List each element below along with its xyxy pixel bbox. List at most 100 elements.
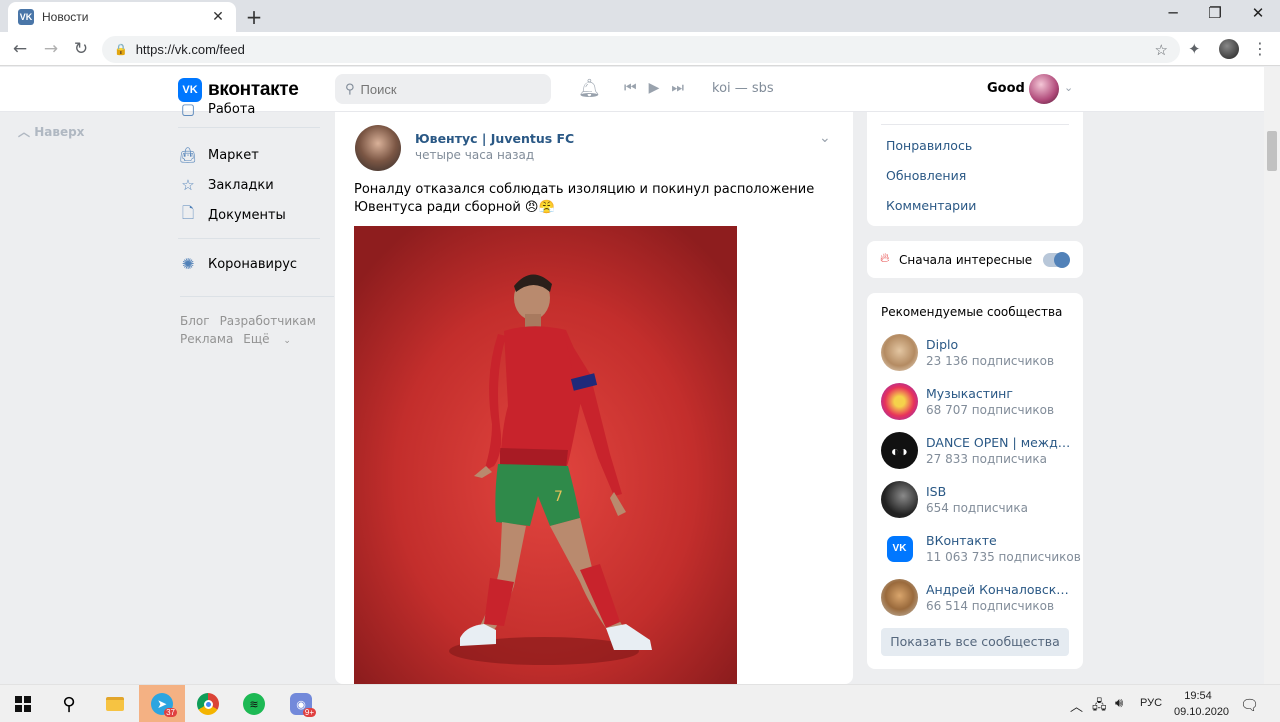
close-window-icon[interactable]: ✕ xyxy=(1238,4,1278,22)
vk-favicon-icon: VK xyxy=(18,9,34,25)
post-photo[interactable]: 7 xyxy=(354,226,737,684)
filter-liked[interactable]: Понравилось xyxy=(886,138,972,153)
shorts-number: 7 xyxy=(554,489,563,505)
network-icon[interactable]: 🖧︎ xyxy=(1092,696,1107,718)
toggle-knob xyxy=(1054,252,1070,268)
post-time[interactable]: четыре часа назад xyxy=(415,148,534,162)
nav-item-label: Коронавирус xyxy=(208,256,298,272)
spotify-logo-icon: ≋ xyxy=(243,693,265,715)
volume-icon[interactable]: 🔊︎ xyxy=(1115,696,1123,711)
fire-icon: 🔥︎ xyxy=(880,251,890,266)
now-playing-track[interactable]: koi — sbs xyxy=(712,81,774,96)
restore-icon[interactable]: ❐ xyxy=(1195,4,1235,22)
forward-icon[interactable]: → xyxy=(40,38,62,60)
extensions-icon[interactable]: ✦ xyxy=(1188,40,1201,58)
url-text: https://vk.com/feed xyxy=(135,42,245,57)
community-avatar xyxy=(881,481,918,518)
tab-close-icon[interactable]: ✕ xyxy=(210,9,226,25)
telegram-unread-badge: 37 xyxy=(164,708,177,717)
interesting-first-toggle[interactable] xyxy=(1043,252,1070,268)
community-item[interactable]: ◐◑ DANCE OPEN | международный 27 833 под… xyxy=(881,432,1077,472)
nav-item-bookmarks[interactable]: ☆ Закладки xyxy=(178,170,338,200)
spotify-icon[interactable]: ≋ xyxy=(231,685,277,722)
chevron-up-icon: ︿ xyxy=(18,125,31,139)
scroll-up-label: Наверх xyxy=(34,125,85,139)
next-track-icon[interactable]: ⏭︎ xyxy=(671,80,684,96)
discord-unread-badge: 9+ xyxy=(302,708,316,717)
post-author[interactable]: Ювентус | Juventus FC xyxy=(415,131,574,146)
community-avatar xyxy=(881,383,918,420)
user-avatar[interactable] xyxy=(1029,74,1059,104)
discord-icon[interactable]: ◉ 9+ xyxy=(278,685,324,722)
community-name: Музыкастинг xyxy=(926,386,1013,401)
browser-tab[interactable]: VK Новости ✕ xyxy=(8,2,236,32)
nav-item-coronavirus[interactable]: ✺ Коронавирус xyxy=(178,249,338,279)
search-input[interactable] xyxy=(360,81,531,97)
page-scrollbar[interactable] xyxy=(1264,67,1280,684)
chrome-logo-icon xyxy=(197,693,219,715)
filter-comments[interactable]: Комментарии xyxy=(886,198,976,213)
folder-shape xyxy=(106,697,124,711)
notifications-bell-icon[interactable]: 🔔︎ xyxy=(578,78,601,99)
community-name: DANCE OPEN | международный xyxy=(926,435,1071,450)
nav-item-label: Закладки xyxy=(208,177,274,193)
back-icon[interactable]: ← xyxy=(9,38,31,60)
community-item[interactable]: Андрей Кончаловский 66 514 подписчиков xyxy=(881,579,1077,619)
community-item[interactable]: ISB 654 подписчика xyxy=(881,481,1077,521)
nav-item-label: Документы xyxy=(208,207,286,223)
post-author-avatar[interactable] xyxy=(355,125,401,171)
footer-link-blog[interactable]: Блог xyxy=(180,314,210,328)
clock-date: 09.10.2020 xyxy=(1174,706,1230,718)
show-all-communities-button[interactable]: Показать все сообщества xyxy=(881,628,1069,656)
chevron-down-icon[interactable]: ⌄ xyxy=(1064,81,1073,94)
community-item[interactable]: VK ВКонтакте 11 063 735 подписчиков xyxy=(881,530,1081,570)
chevron-down-icon: ⌄ xyxy=(283,336,291,346)
nav-divider xyxy=(178,127,320,128)
browser-menu-icon[interactable]: ⋮ xyxy=(1252,39,1268,58)
scrollbar-thumb[interactable] xyxy=(1267,131,1277,171)
address-bar[interactable]: 🔒 https://vk.com/feed ☆ xyxy=(102,36,1180,63)
browser-tabbar: VK Новости ✕ + ─ ❐ ✕ xyxy=(0,0,1280,32)
post-options-chevron-icon[interactable]: ⌄ xyxy=(819,130,831,146)
chrome-icon[interactable] xyxy=(185,685,231,722)
nav-item-work[interactable]: ▢ Работа xyxy=(178,99,338,119)
footballer-photo: 7 xyxy=(354,226,737,684)
audio-player-controls: ⏮︎ ▶︎ ⏭︎ xyxy=(624,80,684,96)
community-subscribers: 68 707 подписчиков xyxy=(926,403,1055,417)
new-tab-icon[interactable]: + xyxy=(244,5,264,29)
scroll-up-link[interactable]: ︿ Наверх xyxy=(18,123,84,140)
telegram-icon[interactable]: ➤ 37 xyxy=(139,685,185,722)
nav-divider xyxy=(180,296,334,297)
community-avatar xyxy=(881,334,918,371)
interesting-first-box: 🔥︎ Сначала интересные xyxy=(867,241,1083,278)
nav-item-documents[interactable]: 🗋 Документы xyxy=(178,200,338,230)
bookmark-star-icon[interactable]: ☆ xyxy=(1155,41,1168,59)
windows-start-icon[interactable] xyxy=(0,685,46,722)
play-icon[interactable]: ▶︎ xyxy=(649,80,660,96)
community-item[interactable]: Diplo 23 136 подписчиков xyxy=(881,334,1077,374)
input-language[interactable]: РУС xyxy=(1140,697,1162,709)
nav-item-label: Маркет xyxy=(208,147,259,163)
system-clock[interactable]: 19:54 09.10.2020 xyxy=(1174,688,1230,720)
username[interactable]: Good xyxy=(987,81,1025,96)
footer-link-developers[interactable]: Разработчикам xyxy=(220,314,316,328)
community-name: ISB xyxy=(926,484,947,499)
reload-icon[interactable]: ↻ xyxy=(70,38,92,60)
footer-link-more[interactable]: Ещё ⌄ xyxy=(243,332,301,346)
footer-link-ads[interactable]: Реклама xyxy=(180,332,233,346)
filter-updates[interactable]: Обновления xyxy=(886,168,966,183)
browser-profile-avatar[interactable] xyxy=(1219,39,1239,59)
file-explorer-icon[interactable] xyxy=(92,685,138,722)
taskbar-search-icon[interactable]: ⚲ xyxy=(46,685,92,722)
search-box[interactable]: ⚲ xyxy=(335,74,551,104)
communities-header: Рекомендуемые сообщества xyxy=(881,305,1063,319)
notifications-center-icon[interactable]: 🗨︎ xyxy=(1240,696,1259,714)
post-text: Роналду отказался соблюдать изоляцию и п… xyxy=(354,182,815,215)
community-avatar xyxy=(881,579,918,616)
community-item[interactable]: Музыкастинг 68 707 подписчиков xyxy=(881,383,1077,423)
previous-track-icon[interactable]: ⏮︎ xyxy=(624,80,637,96)
document-icon: 🗋 xyxy=(181,203,195,222)
minimize-icon[interactable]: ─ xyxy=(1153,4,1193,22)
tray-chevron-up-icon[interactable]: ︿ xyxy=(1070,696,1083,715)
nav-item-market[interactable]: 👜︎ Маркет xyxy=(178,140,338,170)
